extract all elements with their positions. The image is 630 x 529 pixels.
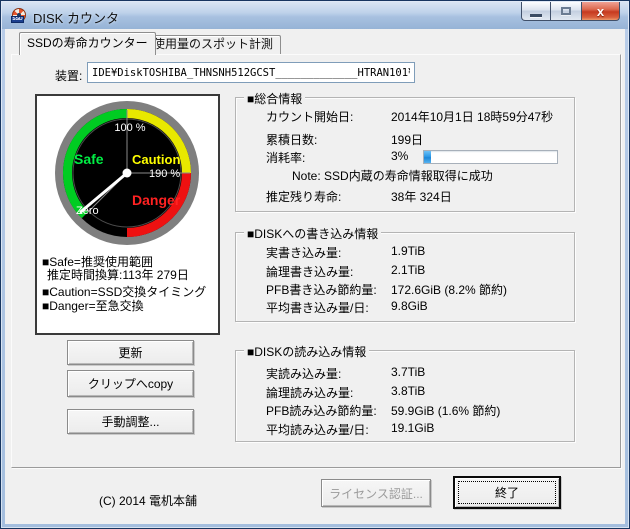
copy-to-clipboard-button[interactable]: クリップへcopy [67,370,194,397]
gauge-panel: 100 % 190 % Zero Safe Caution Danger ■Sa… [35,94,220,335]
logical-write-label: 論理書き込み量: [266,265,354,279]
logical-read-value: 3.8TiB [391,384,426,398]
manual-adjust-button[interactable]: 手動調整... [67,409,194,434]
actual-read-label: 実読み込み量: [266,367,342,381]
group-read-title: ■DISKの読み込み情報 [244,343,370,360]
maximize-button[interactable] [551,2,581,21]
row-avg-write-per-day: 平均書き込み量/日: 9.8GiB [266,299,428,316]
logical-read-label: 論理読み込み量: [266,386,354,400]
device-path-input[interactable] [87,62,415,83]
wear-progress-fill [424,151,431,163]
avg-read-value: 19.1GiB [391,421,435,435]
wear-rate-label: 消耗率: [266,151,306,165]
window-title: DISK カウンタ [33,11,119,26]
client-area: SSDの寿命カウンター DISK使用量のスポット計測 装置: IDE¥DiskT… [5,29,625,524]
gauge-zone-danger: Danger [132,192,181,208]
gauge-zone-caution: Caution [132,152,180,167]
remaining-life-label: 推定残り寿命: [266,190,342,204]
disk-counter-window: SSD DISK カウンタ x SSDの寿命カウンター DISK使用量のスポット… [0,0,630,529]
gauge-hub [122,168,132,178]
count-start-label: カウント開始日: [266,110,354,124]
legend-safe-time: 推定時間換算:113年 279日 [47,268,189,282]
close-button[interactable]: x [581,2,620,21]
license-activation-button[interactable]: ライセンス認証... [321,479,431,507]
pfb-write-saving-value: 172.6GiB (8.2% 節約) [391,283,508,297]
wear-rate-value: 3% [391,149,409,163]
exit-button[interactable]: 終了 [453,476,561,509]
avg-read-label: 平均読み込み量/日: [266,423,369,437]
gauge-zone-safe: Safe [74,151,104,167]
row-pfb-write-saving: PFB書き込み節約量: 172.6GiB (8.2% 節約) [266,281,507,298]
remaining-life-value: 38年 324日 [391,190,452,204]
minimize-button[interactable] [521,2,551,21]
row-logical-read: 論理読み込み量: 3.8TiB [266,384,425,401]
group-summary-title: ■総合情報 [244,90,306,107]
minimize-icon [530,13,542,17]
row-pfb-read-saving: PFB読み込み節約量: 59.9GiB (1.6% 節約) [266,402,500,419]
row-remaining-life: 推定残り寿命: 38年 324日 [266,188,452,205]
row-logical-write: 論理書き込み量: 2.1TiB [266,263,425,280]
copyright-text: (C) 2014 電机本舗 [99,494,198,508]
row-count-start: カウント開始日: 2014年10月1日 18時59分47秒 [266,108,553,125]
close-icon: x [596,3,605,19]
life-gauge: 100 % 190 % Zero Safe Caution Danger [55,101,199,245]
row-wear-rate: 消耗率: 3% [266,149,408,166]
tab-ssd-life-counter[interactable]: SSDの寿命カウンター [19,32,156,55]
legend-caution: ■Caution=SSD交換タイミング [42,285,207,299]
group-write-info: ■DISKへの書き込み情報 実書き込み量: 1.9TiB 論理書き込み量: 2.… [235,225,575,322]
avg-write-label: 平均書き込み量/日: [266,301,369,315]
ssd-badge-icon: SSD [11,16,24,23]
row-actual-read: 実読み込み量: 3.7TiB [266,365,425,382]
gauge-tick-190: 190 % [149,168,180,180]
row-avg-read-per-day: 平均読み込み量/日: 19.1GiB [266,421,434,438]
group-write-title: ■DISKへの書き込み情報 [244,225,382,242]
elapsed-days-label: 累積日数: [266,133,318,147]
pfb-write-saving-label: PFB書き込み節約量: [266,283,377,297]
avg-write-value: 9.8GiB [391,299,428,313]
gauge-tick-100: 100 % [114,122,145,134]
device-label: 装置: [55,69,83,83]
smart-note: Note: SSD内蔵の寿命情報取得に成功 [292,169,493,183]
window-controls: x [521,2,620,21]
legend-danger: ■Danger=至急交換 [42,299,144,313]
row-actual-write: 実書き込み量: 1.9TiB [266,244,425,261]
tab-page: 装置: 100 % 190 % [11,54,621,468]
wear-progress-bar [423,150,558,164]
actual-write-value: 1.9TiB [391,244,426,258]
group-read-info: ■DISKの読み込み情報 実読み込み量: 3.7TiB 論理読み込み量: 3.8… [235,343,575,442]
actual-write-label: 実書き込み量: [266,246,342,260]
app-lifebuoy-icon[interactable]: SSD [11,8,27,24]
pfb-read-saving-label: PFB読み込み節約量: [266,404,377,418]
row-elapsed-days: 累積日数: 199日 [266,131,423,148]
titlebar[interactable]: SSD DISK カウンタ x [2,2,628,29]
maximize-icon [561,7,571,15]
pfb-read-saving-value: 59.9GiB (1.6% 節約) [391,404,501,418]
elapsed-days-value: 199日 [391,133,424,147]
group-summary: ■総合情報 カウント開始日: 2014年10月1日 18時59分47秒 累積日数… [235,90,575,212]
update-button[interactable]: 更新 [67,340,194,365]
actual-read-value: 3.7TiB [391,365,426,379]
logical-write-value: 2.1TiB [391,263,426,277]
count-start-value: 2014年10月1日 18時59分47秒 [391,110,554,124]
